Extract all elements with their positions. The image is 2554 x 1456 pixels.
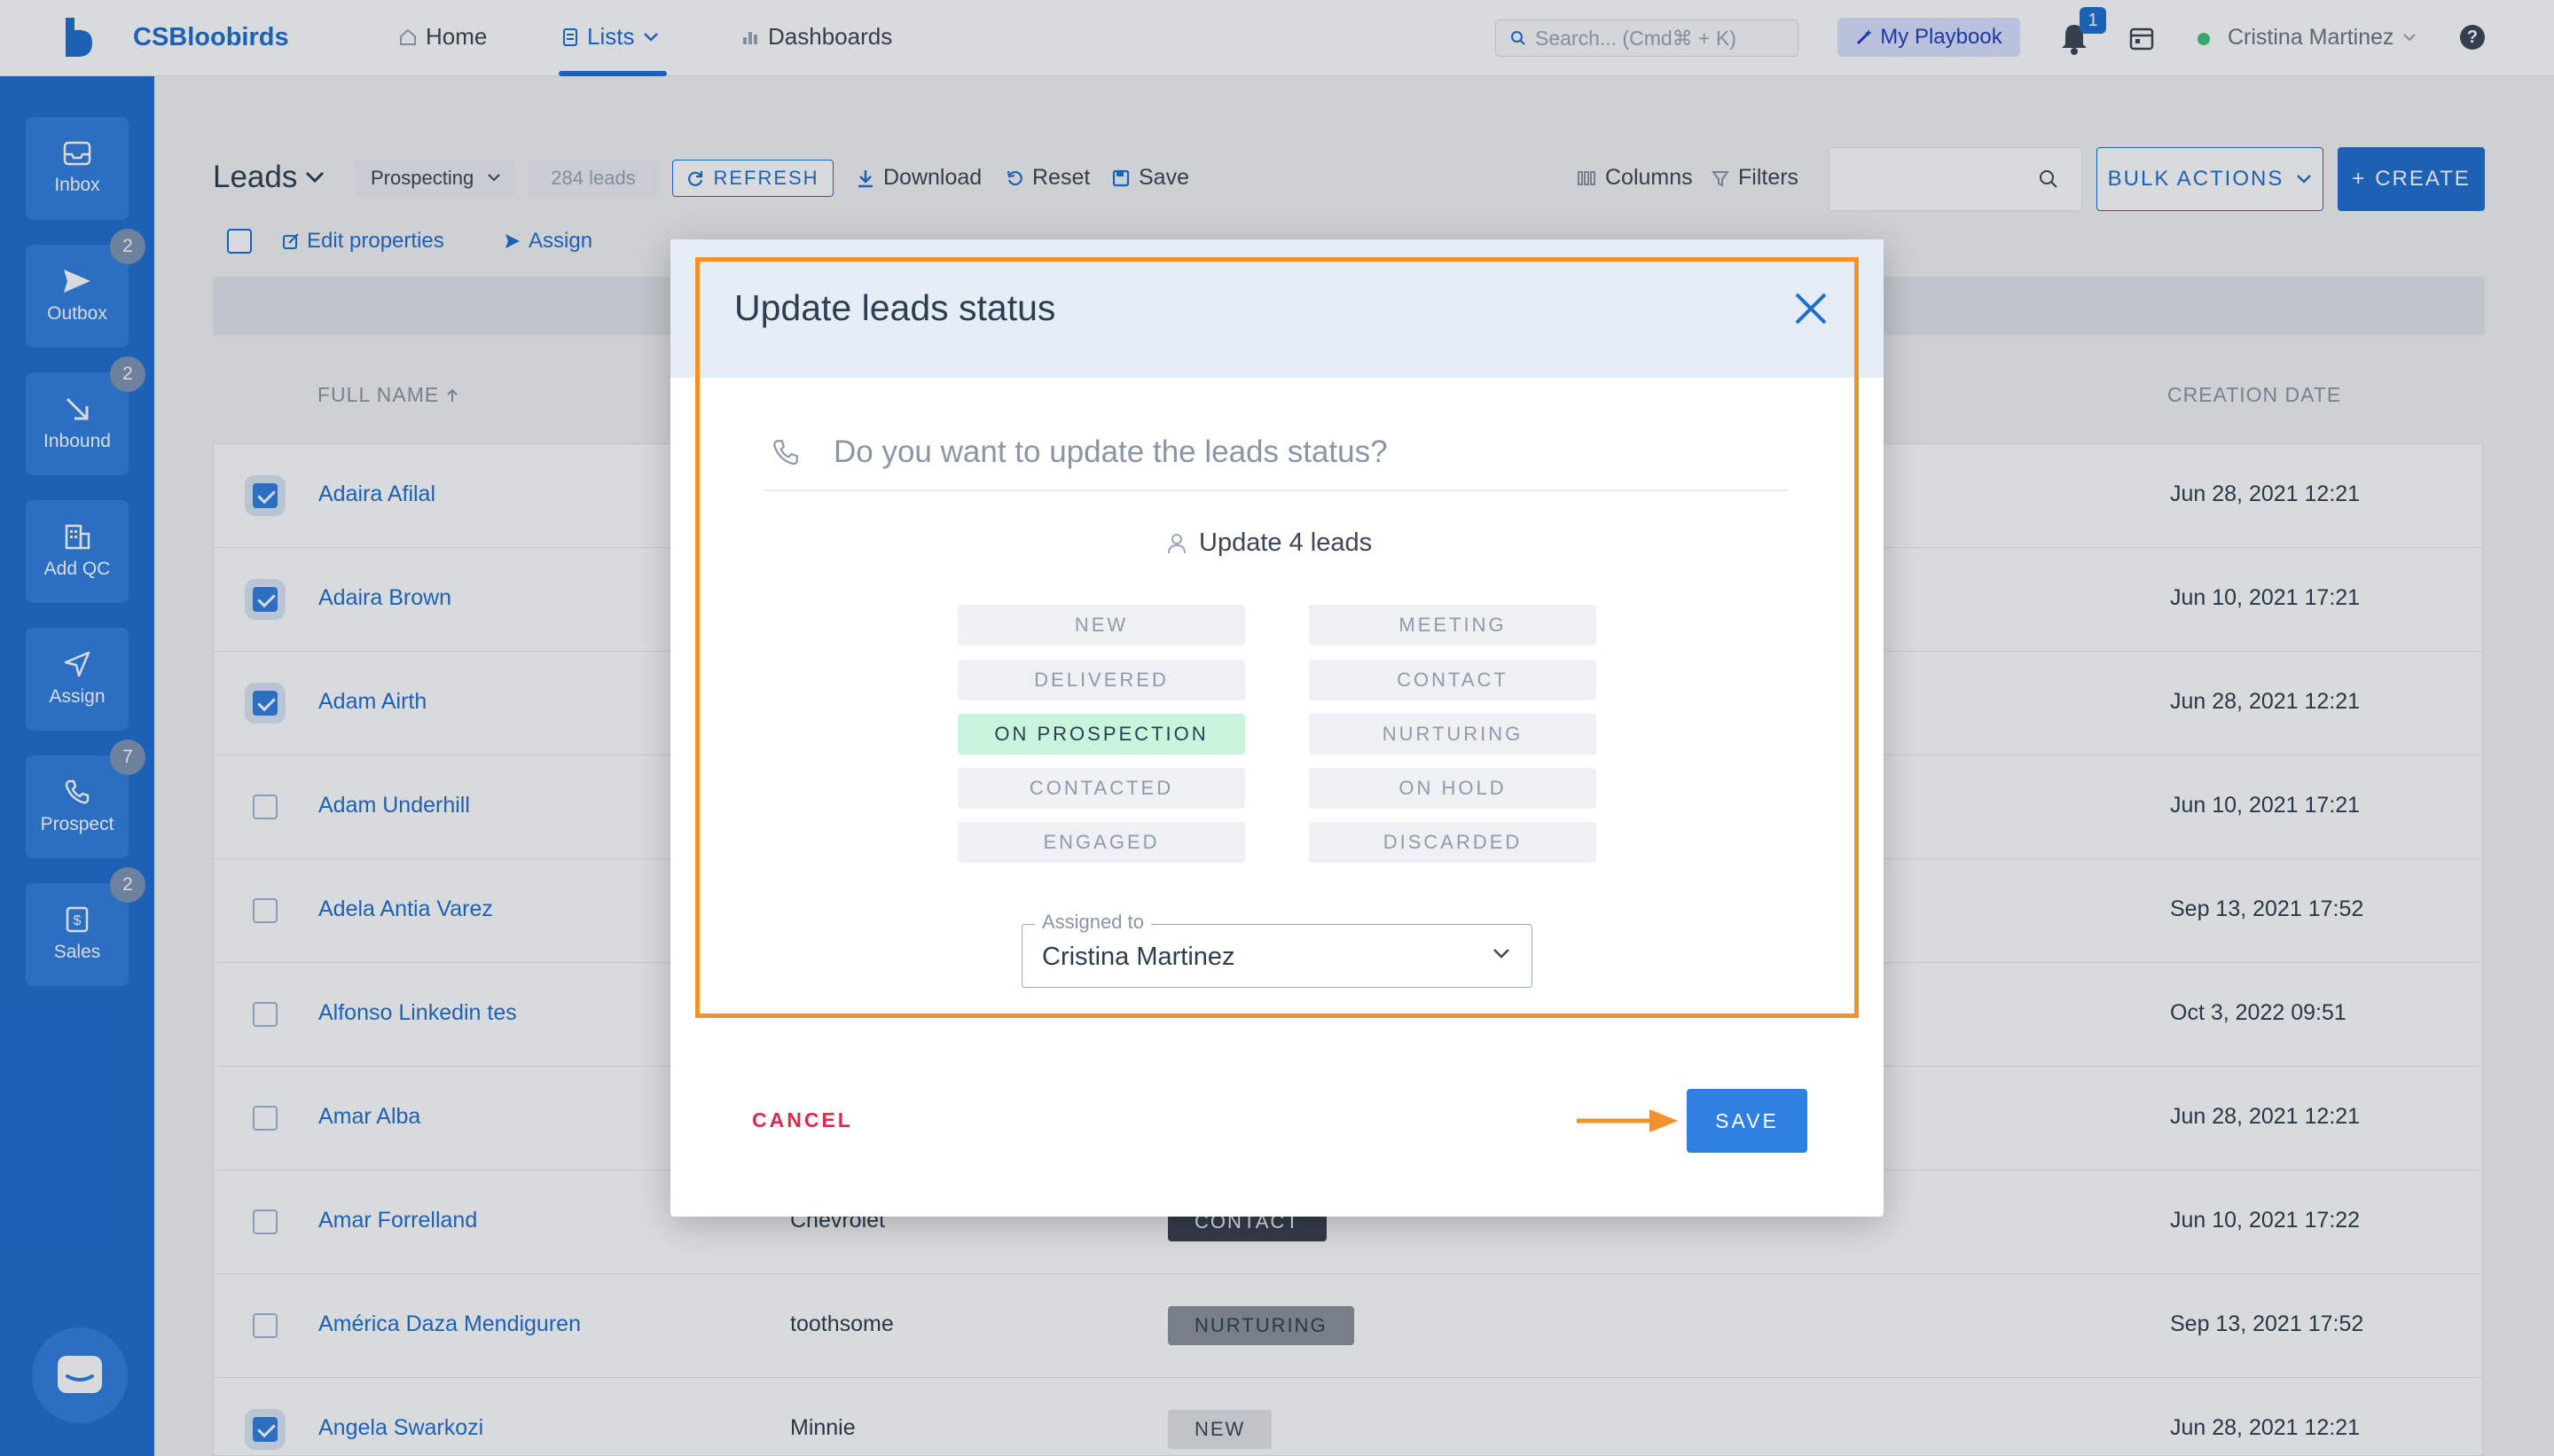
highlight-annotation-box [695,257,1859,1018]
save-button[interactable]: SAVE [1687,1089,1807,1153]
arrow-right-icon [1577,1109,1678,1132]
cancel-button[interactable]: CANCEL [752,1108,853,1132]
